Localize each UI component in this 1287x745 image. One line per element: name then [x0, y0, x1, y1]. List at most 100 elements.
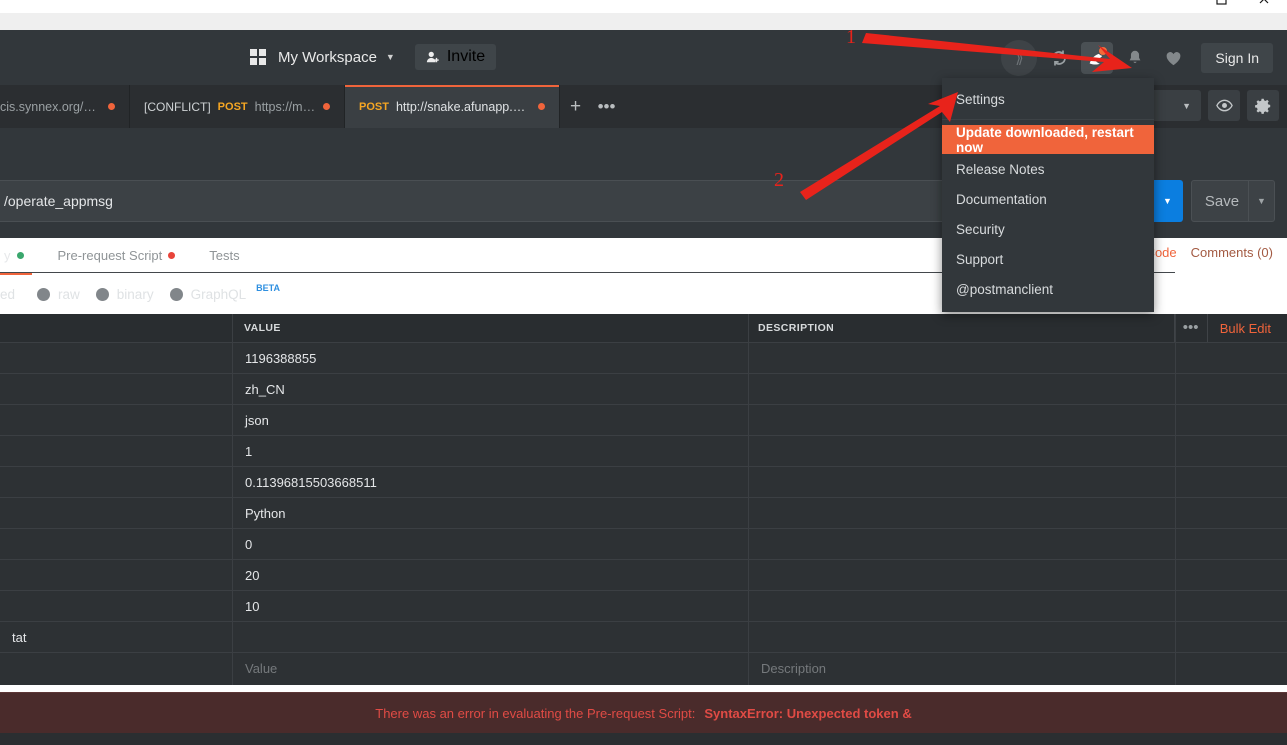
row-description[interactable] [749, 591, 1175, 621]
row-description[interactable] [749, 560, 1175, 590]
request-url-value: /operate_appmsg [4, 193, 113, 209]
radio-icon [37, 287, 51, 301]
request-tab[interactable]: [CONFLICT] POST https://mycis.synn... [130, 85, 345, 128]
tab-method: POST [359, 100, 389, 113]
new-row-value[interactable]: Value [233, 653, 748, 683]
body-type-graphql[interactable]: GraphQL BETA [169, 283, 280, 302]
sign-in-button[interactable]: Sign In [1201, 43, 1273, 73]
postman-logo-icon[interactable] [1081, 42, 1114, 74]
menu-item-postmanclient[interactable]: @postmanclient [942, 274, 1154, 304]
column-header-value: VALUE [244, 322, 281, 334]
save-button[interactable]: Save ▼ [1191, 180, 1275, 222]
request-tabs: cis.synnex.org/cis-cr/... [CONFLICT] POS… [0, 85, 622, 128]
row-description[interactable] [749, 498, 1175, 528]
row-key[interactable] [0, 498, 232, 528]
row-key[interactable] [0, 436, 232, 466]
row-value[interactable]: 1 [233, 436, 748, 466]
new-row-description[interactable]: Description [749, 653, 1175, 683]
window-controls[interactable] [1205, 0, 1287, 13]
table-new-row[interactable]: Value Description [0, 652, 1287, 683]
bell-icon[interactable] [1119, 42, 1151, 74]
request-tab[interactable]: cis.synnex.org/cis-cr/... [0, 85, 130, 128]
row-key[interactable] [0, 467, 232, 497]
menu-item-update-restart[interactable]: Update downloaded, restart now [942, 124, 1154, 155]
tab-body[interactable]: y [0, 240, 31, 275]
row-description[interactable] [749, 622, 1175, 652]
invite-label: Invite [446, 48, 486, 65]
new-tab-button[interactable]: + [560, 85, 591, 128]
invite-button[interactable]: Invite [414, 44, 497, 70]
row-description[interactable] [749, 529, 1175, 559]
tabs-more-button[interactable]: ••• [591, 85, 622, 128]
request-url-input[interactable]: /operate_appmsg [0, 180, 1100, 222]
table-row[interactable]: 0.11396815503668511 [0, 466, 1287, 497]
tab-pre-request-script[interactable]: Pre-request Script [54, 240, 180, 271]
row-value[interactable]: zh_CN [233, 374, 748, 404]
comments-link[interactable]: Comments (0) [1191, 245, 1273, 260]
table-row[interactable]: 1196388855 [0, 342, 1287, 373]
body-type-raw[interactable]: raw [37, 287, 80, 302]
row-value[interactable]: 0 [233, 529, 748, 559]
table-row[interactable]: Python [0, 497, 1287, 528]
row-value[interactable]: 0.11396815503668511 [233, 467, 748, 497]
tab-url: cis.synnex.org/cis-cr/... [0, 99, 101, 114]
row-key[interactable] [0, 560, 232, 590]
heart-icon[interactable] [1157, 42, 1189, 74]
new-row-key[interactable] [0, 653, 232, 683]
tab-body-label: y [4, 248, 11, 263]
tab-pre-request-script-label: Pre-request Script [57, 248, 163, 263]
row-description[interactable] [749, 467, 1175, 497]
radio-icon [169, 287, 183, 301]
row-key[interactable] [0, 591, 232, 621]
menu-item-documentation[interactable]: Documentation [942, 184, 1154, 214]
row-value[interactable]: 10 [233, 591, 748, 621]
tab-tests[interactable]: Tests [205, 240, 243, 271]
body-type-urlencoded[interactable]: ed [0, 287, 15, 302]
table-row[interactable]: 10 [0, 590, 1287, 621]
workspace-selector[interactable]: My Workspace ▼ Invite [250, 44, 497, 70]
body-type-graphql-label: GraphQL [190, 286, 247, 302]
menu-item-support[interactable]: Support [942, 244, 1154, 274]
table-row[interactable]: tat [0, 621, 1287, 652]
menu-item-documentation-label: Documentation [956, 191, 1047, 207]
sync-icon[interactable] [1043, 42, 1075, 74]
row-description[interactable] [749, 374, 1175, 404]
menu-item-settings[interactable]: Settings [942, 84, 1154, 114]
save-options-caret[interactable]: ▼ [1248, 181, 1274, 221]
row-description[interactable] [749, 405, 1175, 435]
error-title: There was an error in evaluating the Pre… [375, 705, 696, 721]
menu-item-security[interactable]: Security [942, 214, 1154, 244]
request-tab-active[interactable]: POST http://snake.afunapp.com/cla... [345, 85, 560, 128]
menu-item-support-label: Support [956, 251, 1004, 267]
runner-avatar-circle[interactable]: ⟫ [1001, 40, 1038, 76]
row-value[interactable]: 1196388855 [233, 343, 748, 373]
row-value[interactable]: Python [233, 498, 748, 528]
table-row[interactable]: 1 [0, 435, 1287, 466]
body-type-binary[interactable]: binary [95, 287, 154, 302]
row-value[interactable]: json [233, 405, 748, 435]
table-row[interactable]: json [0, 404, 1287, 435]
row-value[interactable]: 20 [233, 560, 748, 590]
bulk-edit-button[interactable]: Bulk Edit [1208, 321, 1279, 336]
row-description[interactable] [749, 436, 1175, 466]
row-key[interactable] [0, 374, 232, 404]
table-row[interactable]: 20 [0, 559, 1287, 590]
row-description[interactable] [749, 343, 1175, 373]
row-key[interactable] [0, 529, 232, 559]
table-header-actions: ••• Bulk Edit [1173, 314, 1279, 342]
gear-icon[interactable] [1247, 90, 1279, 121]
menu-divider [942, 119, 1154, 120]
row-value[interactable] [233, 622, 748, 652]
table-row[interactable]: zh_CN [0, 373, 1287, 404]
row-key[interactable] [0, 405, 232, 435]
menu-item-release-notes[interactable]: Release Notes [942, 154, 1154, 184]
table-more-button[interactable]: ••• [1173, 314, 1208, 342]
table-row[interactable]: 0 [0, 528, 1287, 559]
send-options-button[interactable]: ▼ [1152, 180, 1183, 222]
row-key[interactable]: tat [0, 622, 232, 652]
menu-item-update-restart-label: Update downloaded, restart now [956, 124, 1134, 155]
postman-window: My Workspace ▼ Invite ⟫ Sign In cis.synn… [0, 0, 1287, 745]
eye-icon[interactable] [1208, 90, 1240, 121]
row-key[interactable] [0, 343, 232, 373]
tab-url: https://mycis.synn... [254, 99, 316, 114]
